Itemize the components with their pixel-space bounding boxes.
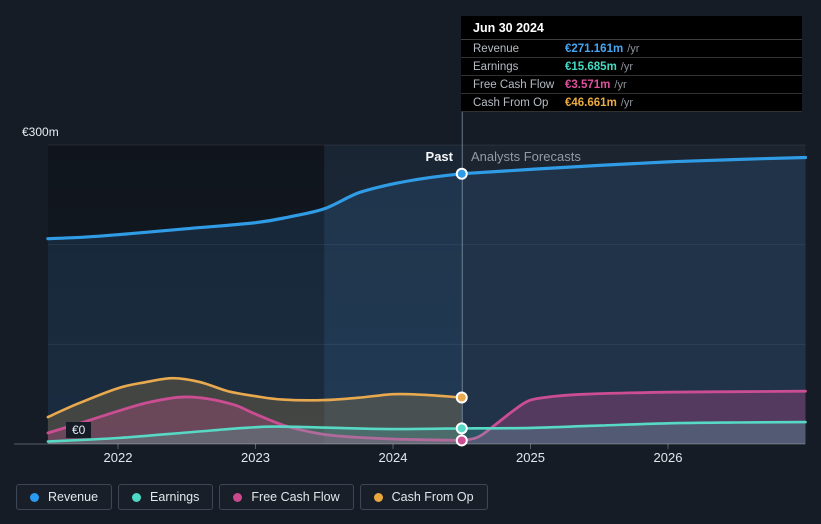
tooltip-date: Jun 30 2024 <box>461 16 802 40</box>
tooltip-unit: /yr <box>627 42 640 55</box>
tooltip-label: Earnings <box>473 60 519 73</box>
cash-from-op-dot-icon <box>373 492 383 502</box>
revenue-marker <box>455 167 468 180</box>
y-axis-label-300m: €300m <box>16 124 65 140</box>
legend-toggle-free-cash-flow[interactable]: Free Cash Flow <box>219 484 354 510</box>
x-axis-label-2023: 2023 <box>241 450 270 465</box>
tooltip-row-revenue: Revenue €271.161m /yr <box>461 40 802 58</box>
tooltip-unit: /yr <box>620 60 634 73</box>
legend-label: Cash From Op <box>391 490 474 504</box>
x-axis-label-2022: 2022 <box>103 450 133 465</box>
free-cash-flow-marker <box>455 434 468 447</box>
legend-toggle-revenue[interactable]: Revenue <box>16 484 113 510</box>
analysts-forecasts-section-label: Analysts Forecasts <box>471 149 581 164</box>
tooltip-label: Revenue <box>473 42 520 55</box>
tooltip-unit: /yr <box>614 78 627 91</box>
y-axis-label-0: €0 <box>66 422 92 438</box>
tooltip-unit: /yr <box>620 96 634 109</box>
past-section-label: Past <box>425 149 453 164</box>
x-axis-label-2024: 2024 <box>378 450 408 465</box>
legend-label: Revenue <box>48 490 99 504</box>
legend-label: Free Cash Flow <box>251 490 340 504</box>
earnings-marker <box>455 422 468 435</box>
tooltip-value: €15.685m <box>565 60 617 73</box>
earnings-dot-icon <box>132 492 142 502</box>
tooltip-row-cash-from-op: Cash From Op €46.661m /yr <box>461 94 802 112</box>
tooltip-value: €271.161m <box>565 42 624 55</box>
tooltip-row-free-cash-flow: Free Cash Flow €3.571m /yr <box>461 76 802 94</box>
free-cash-flow-dot-icon <box>233 492 243 502</box>
legend-toggle-earnings[interactable]: Earnings <box>118 484 214 510</box>
chart-tooltip: Jun 30 2024 Revenue €271.161m /yr Earnin… <box>461 16 802 112</box>
tooltip-label: Free Cash Flow <box>473 78 555 91</box>
revenue-dot-icon <box>30 492 39 502</box>
legend-toggle-cash-from-op[interactable]: Cash From Op <box>359 484 488 510</box>
tooltip-row-earnings: Earnings €15.685m /yr <box>461 58 802 76</box>
tooltip-value: €46.661m <box>565 96 617 109</box>
x-axis-label-2026: 2026 <box>653 450 683 465</box>
cash-from-op-marker <box>455 391 468 404</box>
x-axis-label-2025: 2025 <box>516 450 545 465</box>
x-axis <box>14 443 805 449</box>
legend-label: Earnings <box>150 490 200 504</box>
tooltip-label: Cash From Op <box>473 96 549 109</box>
chart-legend: Revenue Earnings Free Cash Flow Cash Fro… <box>16 484 488 510</box>
x-axis-ticks <box>117 444 669 449</box>
tooltip-value: €3.571m <box>565 78 611 91</box>
